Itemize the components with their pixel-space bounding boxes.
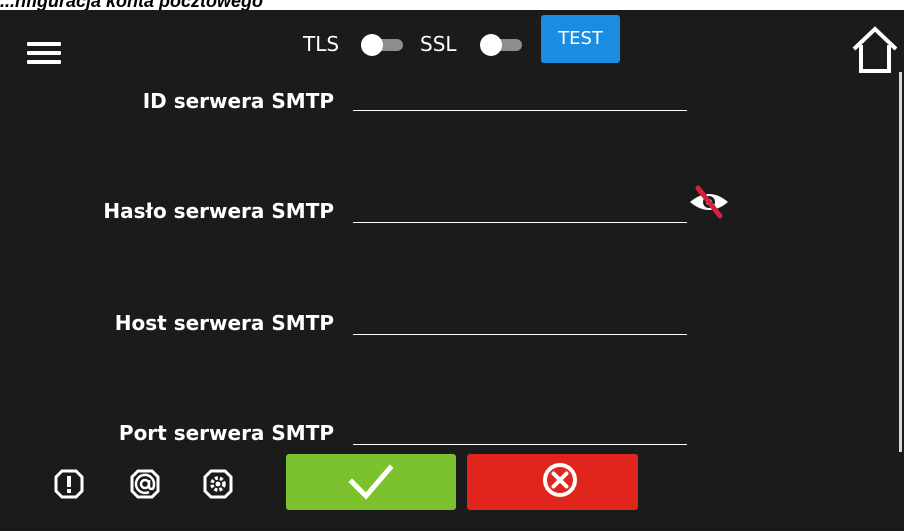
cancel-button[interactable]: [467, 454, 638, 510]
eye-slash-icon[interactable]: [686, 182, 732, 222]
document-caption: ...nfiguracja konta pocztowego: [0, 0, 264, 11]
tls-label: TLS: [303, 32, 340, 56]
scrollbar[interactable]: [899, 72, 902, 452]
smtp-id-input[interactable]: [353, 84, 687, 111]
alarm-icon[interactable]: [53, 468, 85, 500]
cancel-x-icon: [543, 463, 577, 497]
ssl-label: SSL: [420, 32, 457, 56]
smtp-host-input[interactable]: [353, 308, 687, 335]
smtp-password-label: Hasło serwera SMTP: [103, 199, 334, 223]
settings-gear-icon[interactable]: [202, 468, 234, 500]
ssl-toggle[interactable]: [480, 34, 526, 56]
smtp-port-input[interactable]: [353, 418, 687, 445]
email-at-icon[interactable]: [129, 468, 161, 500]
home-icon[interactable]: [850, 24, 900, 74]
smtp-host-label: Host serwera SMTP: [114, 311, 334, 335]
smtp-password-input[interactable]: [353, 196, 687, 223]
smtp-port-label: Port serwera SMTP: [118, 421, 334, 445]
smtp-config-screen: TLS SSL TEST ID serwera SMTP Hasło serwe…: [0, 10, 904, 531]
confirm-button[interactable]: [286, 454, 456, 510]
hamburger-menu-icon[interactable]: [27, 42, 61, 66]
tls-toggle[interactable]: [361, 34, 407, 56]
smtp-id-label: ID serwera SMTP: [142, 89, 334, 113]
test-button[interactable]: TEST: [541, 15, 620, 63]
checkmark-icon: [348, 464, 394, 500]
